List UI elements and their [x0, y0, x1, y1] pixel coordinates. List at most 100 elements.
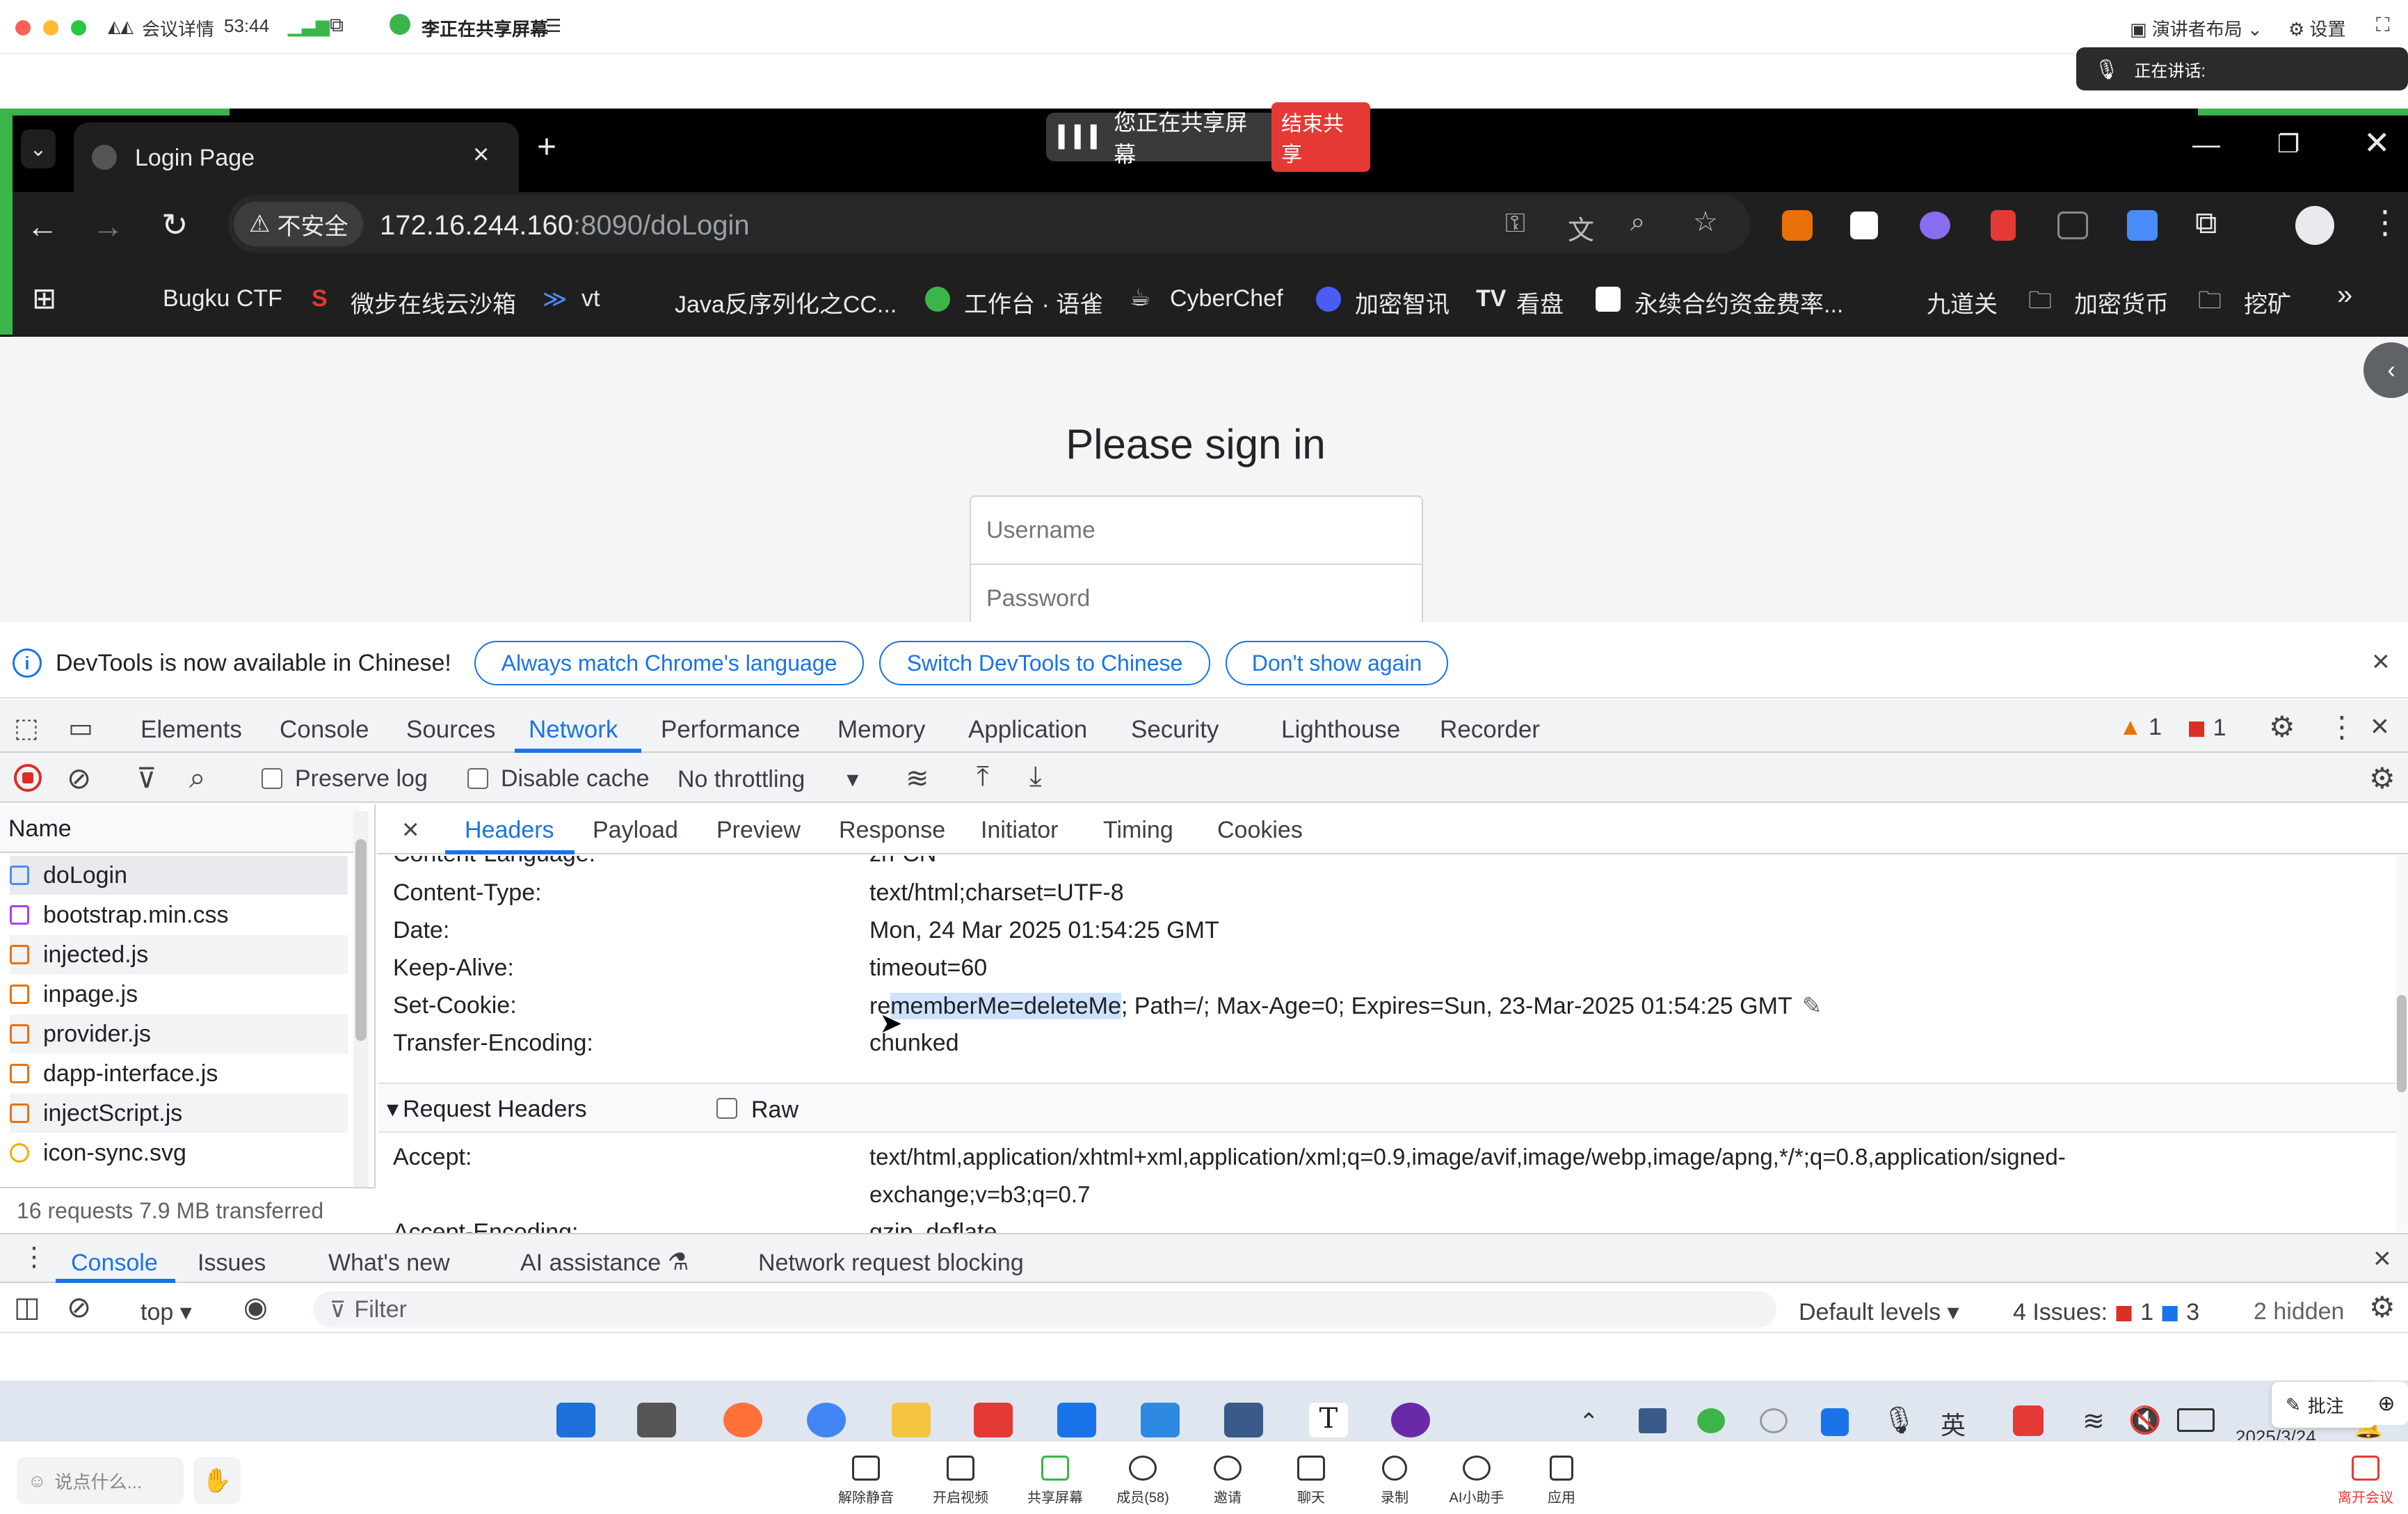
detail-tab-response[interactable]: Response [839, 817, 945, 844]
detail-tab-initiator[interactable]: Initiator [981, 817, 1059, 844]
list-icon[interactable]: ☰ [545, 15, 561, 37]
raise-hand-icon[interactable]: ✋ [193, 1457, 241, 1504]
clear-icon[interactable]: ⊘ [67, 761, 91, 795]
new-tab-button[interactable]: + [537, 128, 556, 166]
drawer-tab-console[interactable]: Console [71, 1250, 158, 1277]
name-column-header[interactable]: Name [0, 804, 362, 853]
drawer-tab-whats-new[interactable]: What's new [328, 1250, 450, 1277]
bookmark-star-icon[interactable]: ☆ [1693, 206, 1718, 238]
chat-input[interactable]: ☺ 说点什么... [17, 1457, 184, 1504]
tray-circle-icon[interactable] [1760, 1408, 1788, 1433]
sidebar-toggle-icon[interactable]: ◫ [14, 1291, 40, 1323]
drop-extension-icon[interactable] [2127, 210, 2158, 241]
scrollbar-thumb[interactable] [2397, 995, 2407, 1092]
device-toolbar-icon[interactable]: ▭ [68, 712, 93, 744]
close-drawer-icon[interactable]: × [2373, 1241, 2391, 1276]
back-icon[interactable]: ← [26, 207, 58, 245]
okx-extension-icon[interactable] [1850, 212, 1878, 239]
start-video-button[interactable]: 开启视频 [922, 1456, 999, 1506]
close-infobar-icon[interactable]: × [2372, 644, 2390, 679]
chat-button[interactable]: 聊天 [1273, 1456, 1349, 1506]
mic-tray-icon[interactable]: 🎙 [1882, 1405, 1916, 1436]
error-count[interactable]: ◼ 1 [2187, 714, 2226, 742]
tab-memory[interactable]: Memory [837, 716, 925, 744]
tab-console[interactable]: Console [280, 716, 369, 744]
explorer-icon[interactable] [892, 1403, 931, 1437]
zoom-icon[interactable]: ⌕ [1630, 207, 1645, 237]
drawer-tab-ai-assistance[interactable]: AI assistance [520, 1250, 661, 1277]
scrollbar-thumb[interactable] [355, 839, 367, 1041]
throttling-select[interactable]: No throttling ▾ [677, 765, 858, 793]
log-levels-select[interactable]: Default levels ▾ [1799, 1298, 1959, 1326]
devtools-settings-icon[interactable]: ⚙ [2269, 710, 2295, 744]
zoom-window-dot[interactable] [71, 20, 86, 35]
wechat-tray-icon[interactable] [1697, 1408, 1725, 1433]
tab-application[interactable]: Application [968, 716, 1087, 744]
share-screen-button[interactable]: 共享屏幕 [1017, 1456, 1093, 1506]
unmute-button[interactable]: 解除静音 [828, 1456, 904, 1506]
minimize-icon[interactable]: — [2192, 129, 2220, 161]
request-row-dapp-interface[interactable]: dapp-interface.js [10, 1054, 348, 1093]
meeting-details-link[interactable]: 会议详情 [142, 15, 214, 41]
members-button[interactable]: 成员(58) [1105, 1456, 1181, 1506]
detail-tab-payload[interactable]: Payload [593, 817, 678, 844]
detail-tab-preview[interactable]: Preview [716, 817, 801, 844]
more-bookmarks-icon[interactable]: » [2337, 280, 2352, 311]
leave-meeting-button[interactable]: 离开会议 [2327, 1456, 2404, 1506]
fullscreen-icon[interactable]: ⛶ [2376, 14, 2390, 37]
lock-extension-icon[interactable] [1991, 210, 2016, 241]
phantom-extension-icon[interactable] [1920, 212, 1950, 239]
username-input[interactable] [970, 495, 1423, 565]
url-text[interactable]: 172.16.244.160:8090/doLogin [380, 210, 750, 241]
tab-network[interactable]: Network [529, 716, 618, 744]
request-list-scrollbar[interactable] [353, 811, 369, 1229]
live-expression-eye-icon[interactable]: ◉ [243, 1291, 268, 1323]
switch-to-chinese-button[interactable]: Switch DevTools to Chinese [879, 641, 1210, 685]
bookmark-cyberchef[interactable]: CyberChef [1170, 285, 1283, 312]
bookmark-java[interactable]: Java反序列化之CC... [675, 285, 897, 319]
request-row-bootstrap[interactable]: bootstrap.min.css [10, 895, 348, 934]
zoom-in-icon[interactable]: ⊕ [2365, 1382, 2408, 1425]
detail-scrollbar[interactable] [2395, 856, 2408, 1232]
warning-count[interactable]: ▲ 1 [2119, 714, 2162, 741]
console-output[interactable] [0, 1334, 2408, 1380]
disable-cache-checkbox[interactable] [467, 768, 488, 789]
always-match-language-button[interactable]: Always match Chrome's language [474, 641, 864, 685]
edit-pencil-icon[interactable]: ✎ [1802, 993, 1822, 1019]
bookmark-yuque[interactable]: 工作台 · 语雀 [964, 285, 1103, 319]
bookmark-jiami[interactable]: 加密智讯 [1355, 285, 1450, 319]
ai-assistant-button[interactable]: AI小助手 [1438, 1456, 1515, 1506]
bookmark-weibu[interactable]: 微步在线云沙箱 [351, 285, 516, 319]
bookmark-vt[interactable]: vt [581, 285, 600, 312]
network-conditions-icon[interactable]: ≋ [906, 763, 929, 795]
request-row-dologin[interactable]: doLogin [10, 856, 348, 895]
presenter-layout-button[interactable]: ▣ 演讲者布局 ⌄ [2130, 15, 2263, 41]
speaker-muted-icon[interactable]: 🔇 [2128, 1405, 2161, 1436]
tab-performance[interactable]: Performance [661, 716, 800, 744]
request-headers-section[interactable] [378, 1083, 2395, 1133]
bookmark-jiudaoguan[interactable]: 九道关 [1927, 285, 1998, 319]
extensions-puzzle-icon[interactable]: ⧉ [2195, 206, 2217, 241]
close-detail-icon[interactable]: × [402, 813, 419, 846]
request-row-injectscript[interactable]: injectScript.js [10, 1094, 348, 1133]
ime-tray-icon[interactable]: 英 [1941, 1405, 1966, 1442]
wps-icon[interactable] [974, 1403, 1013, 1437]
windows-start-icon[interactable] [556, 1403, 595, 1437]
clear-console-icon[interactable]: ⊘ [67, 1290, 91, 1324]
vm-icon[interactable] [1141, 1403, 1180, 1437]
glasses-extension-icon[interactable] [2057, 212, 2088, 239]
drawer-menu-icon[interactable]: ⋮ [21, 1241, 47, 1273]
drawer-tab-issues[interactable]: Issues [198, 1250, 266, 1277]
tab-search-icon[interactable]: ⌄ [21, 129, 56, 168]
close-devtools-icon[interactable]: × [2370, 707, 2389, 744]
external-link-icon[interactable]: ⧉ [330, 14, 344, 37]
close-window-dot[interactable] [15, 20, 31, 35]
security-chip[interactable]: ⚠ 不安全 [234, 202, 364, 246]
bookmark-kanpan[interactable]: 看盘 [1516, 285, 1564, 319]
request-row-icon-sync[interactable]: icon-sync.svg [10, 1133, 348, 1172]
sogou-tray-icon[interactable] [2013, 1405, 2044, 1436]
detail-tab-cookies[interactable]: Cookies [1217, 817, 1303, 844]
request-row-injected[interactable]: injected.js [10, 935, 348, 974]
context-selector[interactable]: top ▾ [141, 1298, 192, 1326]
tab-sources[interactable]: Sources [406, 716, 495, 744]
